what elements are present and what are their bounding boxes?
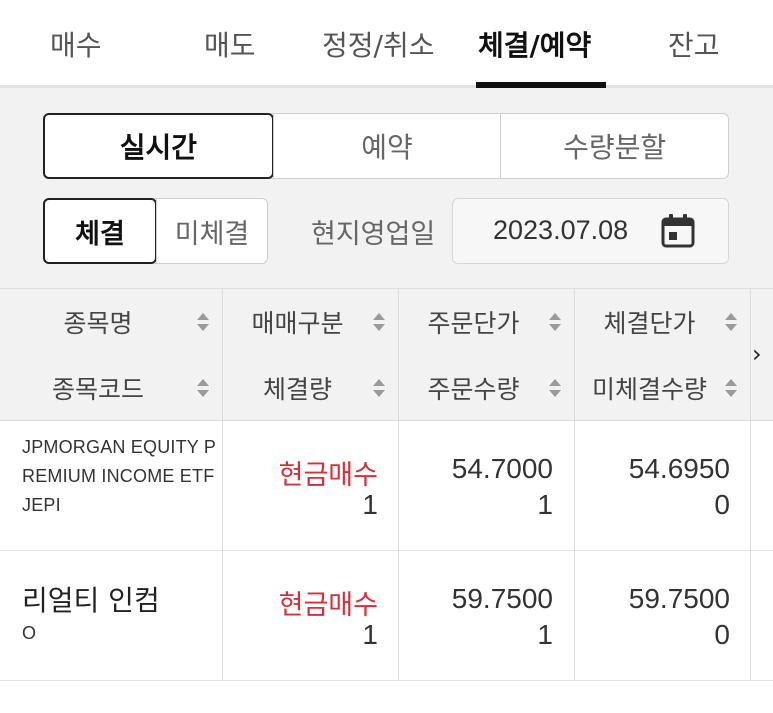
unfilled-qty: 0	[714, 619, 730, 650]
table-header: 종목명 매매구분 주문단가 체결단가 종목코드 체결량 주문수량 미체결수량	[0, 288, 773, 421]
calendar-icon[interactable]	[660, 213, 696, 249]
sort-icon	[548, 311, 562, 333]
stock-name: JPMORGAN EQUITY P REMIUM INCOME ETF JEPI	[22, 433, 216, 520]
column-divider	[398, 288, 399, 681]
segment-reservation[interactable]: 예약	[272, 114, 501, 178]
fill-price: 54.6950	[628, 453, 730, 484]
unfilled-qty: 0	[714, 489, 730, 520]
segment-filled[interactable]: 체결	[43, 198, 157, 264]
table-row[interactable]: 리얼티 인컴 O 현금매수 1 59.7500 1 59.7500 0	[0, 551, 773, 681]
order-tabs: 매수 매도 정정/취소 체결/예약 잔고	[0, 0, 773, 88]
segment-split-quantity[interactable]: 수량분할	[500, 114, 728, 178]
header-order-price[interactable]: 주문단가	[399, 289, 574, 355]
tab-balance[interactable]: 잔고	[668, 24, 720, 64]
segment-realtime[interactable]: 실시간	[43, 113, 274, 179]
mode-segment: 실시간 예약 수량분할	[43, 113, 729, 179]
tab-modify-cancel[interactable]: 정정/취소	[322, 24, 434, 64]
order-qty: 1	[537, 619, 553, 650]
status-segment: 체결 미체결	[43, 198, 268, 264]
date-value: 2023.07.08	[493, 215, 629, 245]
segment-unfilled[interactable]: 미체결	[156, 199, 267, 263]
trade-type: 현금매수	[278, 460, 378, 491]
header-fill-price[interactable]: 체결단가	[575, 289, 750, 355]
sort-icon	[724, 377, 738, 399]
table-row[interactable]: JPMORGAN EQUITY P REMIUM INCOME ETF JEPI…	[0, 421, 773, 551]
date-picker[interactable]: 2023.07.08	[452, 198, 729, 264]
tab-buy[interactable]: 매수	[50, 24, 102, 64]
order-price: 59.7500	[451, 583, 553, 614]
header-stock-code[interactable]: 종목코드	[0, 355, 222, 421]
date-label: 현지영업일	[311, 219, 436, 250]
chevron-right-icon[interactable]: ›	[752, 340, 762, 368]
header-trade-type[interactable]: 매매구분	[223, 289, 398, 355]
column-divider	[750, 288, 751, 681]
stock-code: O	[22, 623, 37, 643]
sort-icon	[724, 311, 738, 333]
stock-code: JEPI	[22, 495, 61, 515]
column-divider	[574, 288, 575, 681]
sort-icon	[372, 377, 386, 399]
header-order-qty[interactable]: 주문수량	[399, 355, 574, 421]
stock-name: 리얼티 인컴	[22, 584, 160, 617]
sort-icon	[372, 311, 386, 333]
filter-panel: 실시간 예약 수량분할 체결 미체결 현지영업일 2023.07.08	[0, 88, 773, 288]
filled-qty: 1	[362, 619, 378, 650]
sort-icon	[196, 311, 210, 333]
header-filled-qty[interactable]: 체결량	[223, 355, 398, 421]
sort-icon	[196, 377, 210, 399]
tab-fills-reservations[interactable]: 체결/예약	[478, 24, 591, 64]
order-price: 54.7000	[451, 453, 553, 484]
header-stock-name[interactable]: 종목명	[0, 289, 222, 355]
header-unfilled-qty[interactable]: 미체결수량	[575, 355, 750, 421]
filled-qty: 1	[362, 489, 378, 520]
sort-icon	[548, 377, 562, 399]
trade-type: 현금매수	[278, 590, 378, 621]
order-qty: 1	[537, 489, 553, 520]
column-divider	[222, 288, 223, 681]
tab-sell[interactable]: 매도	[204, 24, 256, 64]
fill-price: 59.7500	[628, 583, 730, 614]
